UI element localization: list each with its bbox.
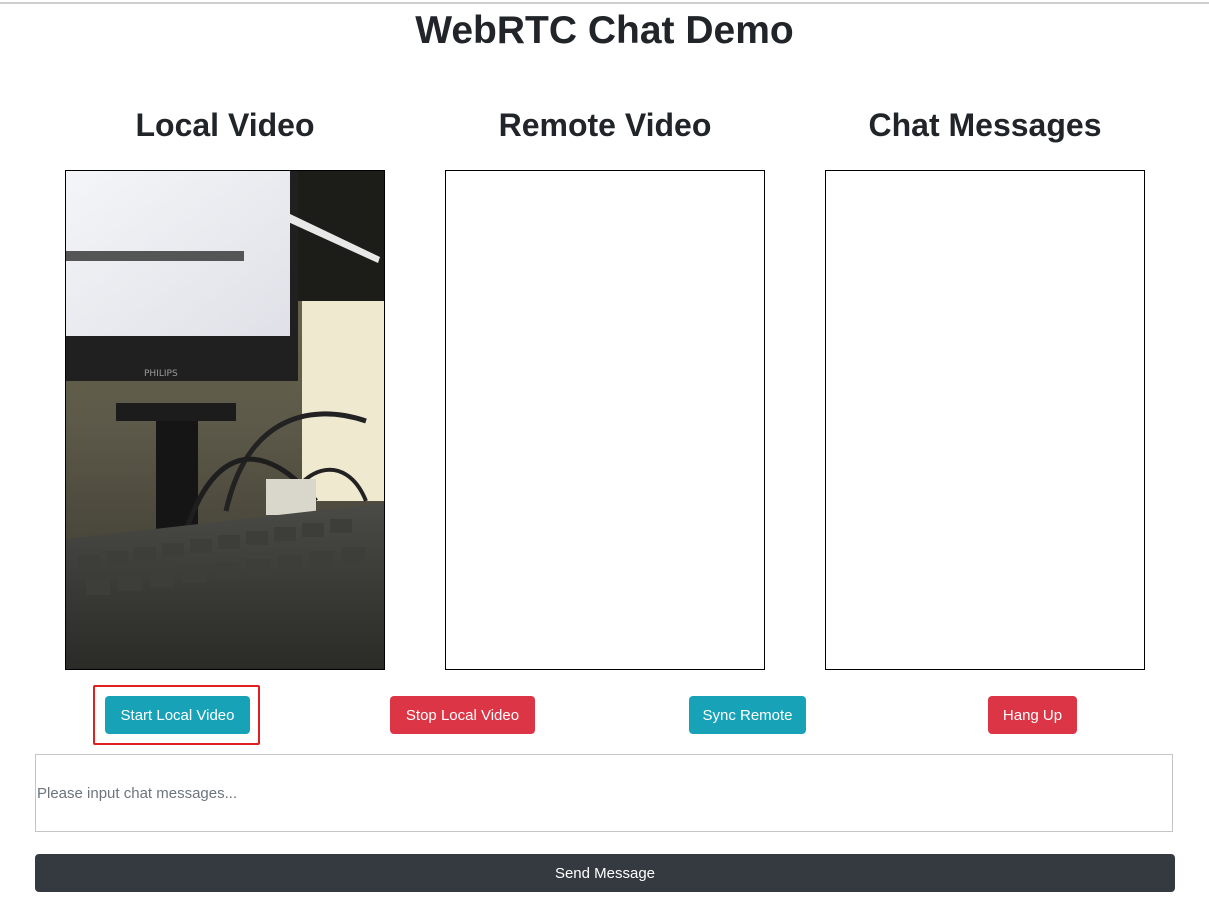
- remote-video-player[interactable]: [445, 170, 765, 670]
- local-video-heading: Local Video: [135, 107, 315, 143]
- local-video-frame: PHILIPS: [66, 171, 384, 669]
- sync-remote-button[interactable]: Sync Remote: [689, 696, 806, 734]
- stop-local-video-button[interactable]: Stop Local Video: [390, 696, 535, 734]
- send-message-button[interactable]: Send Message: [35, 854, 1175, 892]
- chat-messages-panel: [825, 170, 1145, 670]
- start-local-video-button[interactable]: Start Local Video: [105, 696, 250, 734]
- page-title: WebRTC Chat Demo: [415, 9, 794, 52]
- chat-message-input[interactable]: [35, 754, 1173, 832]
- remote-video-heading: Remote Video: [498, 107, 712, 143]
- svg-text:PHILIPS: PHILIPS: [144, 369, 178, 379]
- top-border: [0, 2, 1209, 4]
- hang-up-button[interactable]: Hang Up: [988, 696, 1077, 734]
- local-video-player[interactable]: PHILIPS: [65, 170, 385, 670]
- chat-messages-heading: Chat Messages: [868, 107, 1102, 143]
